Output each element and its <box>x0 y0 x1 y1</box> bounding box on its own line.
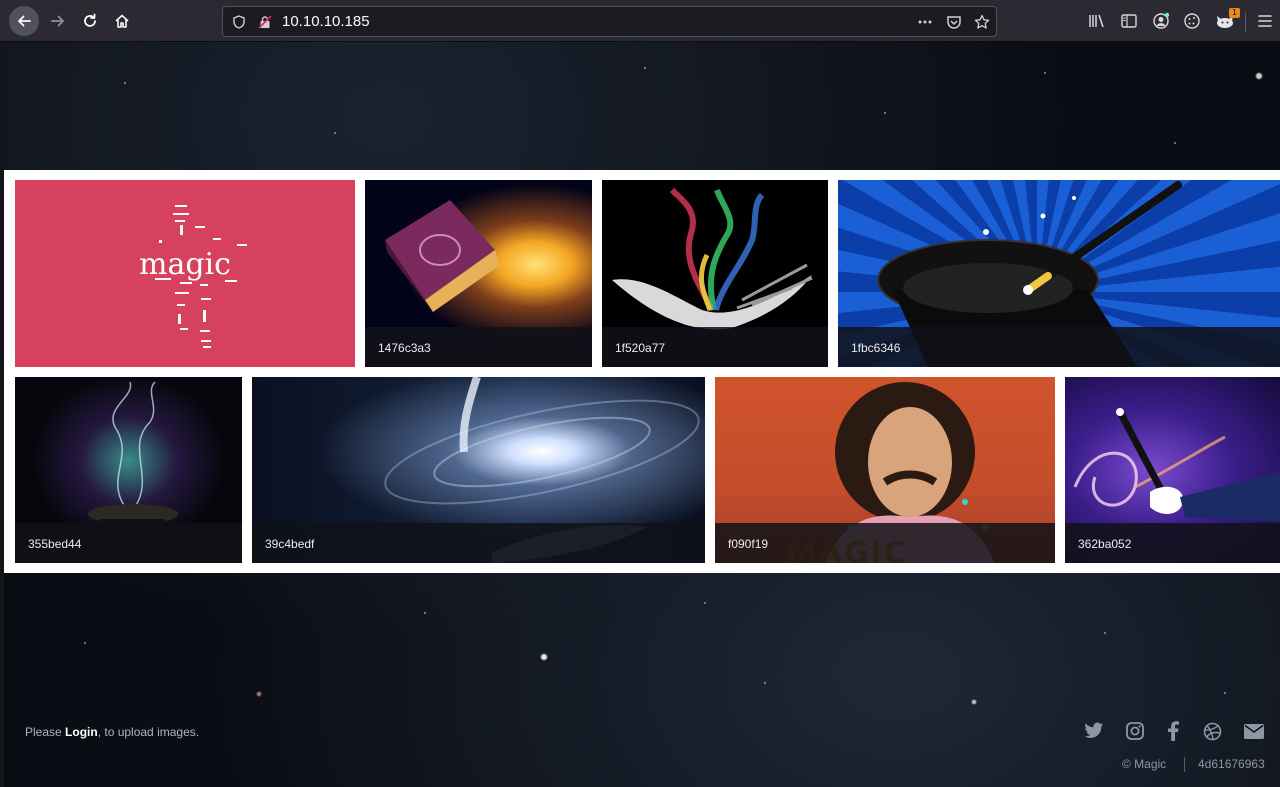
caption-bar <box>252 523 705 563</box>
notification-badge: 1 <box>1229 8 1241 18</box>
more-actions-icon[interactable] <box>917 14 933 30</box>
arrow-left-icon <box>18 15 31 27</box>
footer-id: 4d61676963 <box>1198 757 1265 771</box>
magic-logo-art: magic <box>139 205 247 348</box>
copyright-text: © Magic <box>1122 757 1167 771</box>
image-caption: 362ba052 <box>1078 537 1132 551</box>
reload-icon <box>84 13 96 27</box>
back-button[interactable] <box>9 6 39 36</box>
bookmark-star-icon[interactable] <box>974 14 990 30</box>
browser-toolbar: 10.10.10.185 1 <box>0 0 1280 42</box>
forward-button[interactable] <box>43 6 73 36</box>
gallery-image[interactable]: 1fbc6346 <box>838 180 1280 367</box>
image-gallery: magic 1476c3a3 1f520a77 1fbc6346 355bed4… <box>4 170 1280 573</box>
caption-bar <box>838 327 1280 367</box>
gallery-image[interactable]: f090f19 MAGIC <box>715 377 1055 563</box>
toolbar-separator <box>1245 12 1246 32</box>
pocket-icon[interactable] <box>946 14 962 30</box>
logo-text: magic <box>139 247 231 282</box>
gallery-image[interactable]: 355bed44 <box>15 377 242 563</box>
shield-icon[interactable] <box>231 14 247 30</box>
image-caption: 1476c3a3 <box>378 341 431 355</box>
cookie-icon[interactable] <box>1182 11 1202 31</box>
image-caption: 1fbc6346 <box>851 341 901 355</box>
url-text[interactable]: 10.10.10.185 <box>282 13 370 30</box>
image-caption: 39c4bedf <box>265 537 315 551</box>
login-prompt: Please Login, to upload images. <box>25 725 199 739</box>
banner-text: MAGIC <box>787 536 908 563</box>
image-caption: f090f19 <box>728 537 769 551</box>
instagram-icon[interactable] <box>1124 720 1146 742</box>
image-caption: 1f520a77 <box>615 341 666 355</box>
sidebar-icon[interactable] <box>1119 11 1139 31</box>
login-link[interactable]: Login <box>65 725 98 739</box>
hamburger-menu-icon[interactable] <box>1255 11 1275 31</box>
gallery-image[interactable]: 39c4bedf <box>252 377 705 563</box>
arrow-right-icon <box>51 15 64 27</box>
facebook-icon[interactable] <box>1162 720 1184 742</box>
gallery-image[interactable]: 1476c3a3 <box>365 180 592 367</box>
reload-button[interactable] <box>75 6 105 36</box>
gallery-image[interactable]: 362ba052 <box>1065 377 1280 563</box>
insecure-lock-icon[interactable] <box>257 14 273 30</box>
library-icon[interactable] <box>1087 11 1107 31</box>
address-bar[interactable]: 10.10.10.185 <box>222 6 997 37</box>
home-icon <box>115 14 129 28</box>
login-prefix: Please <box>25 725 66 739</box>
home-button[interactable] <box>107 6 137 36</box>
twitter-icon[interactable] <box>1083 720 1105 742</box>
dribbble-icon[interactable] <box>1201 720 1223 742</box>
envelope-icon[interactable] <box>1243 720 1265 742</box>
login-suffix: , to upload images. <box>97 725 200 739</box>
account-icon[interactable] <box>1151 11 1171 31</box>
gallery-image[interactable]: 1f520a77 <box>602 180 828 367</box>
footer-divider <box>1184 757 1185 772</box>
page-background: magic 1476c3a3 1f520a77 1fbc6346 355bed4… <box>4 42 1280 787</box>
image-caption: 355bed44 <box>28 537 82 551</box>
magic-logo-tile: magic <box>15 180 355 367</box>
